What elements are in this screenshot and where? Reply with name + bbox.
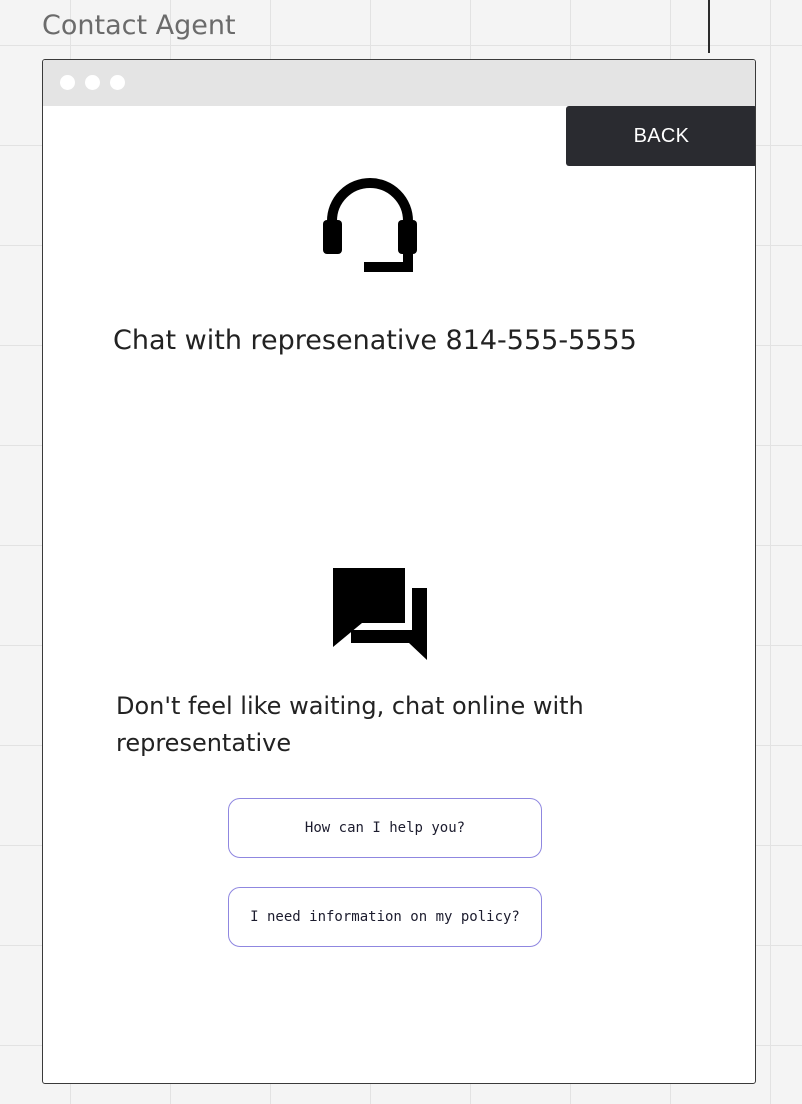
phone-contact-text: Chat with represenative 814-555-5555 (113, 325, 637, 356)
back-button[interactable]: BACK (566, 106, 755, 166)
browser-window: BACK Chat with represenative 814-555-555… (42, 59, 756, 1084)
window-dot-3 (110, 75, 125, 90)
online-chat-text: Don't feel like waiting, chat online wit… (116, 692, 584, 757)
window-titlebar (43, 60, 755, 106)
headset-icon (323, 178, 417, 272)
chat-option-help[interactable]: How can I help you? (228, 798, 542, 858)
window-dot-2 (85, 75, 100, 90)
frame-title: Contact Agent (42, 10, 236, 41)
window-dot-1 (60, 75, 75, 90)
chat-option-policy[interactable]: I need information on my policy? (228, 887, 542, 947)
connector-line (708, 0, 710, 53)
chat-bubbles-icon (333, 568, 427, 660)
